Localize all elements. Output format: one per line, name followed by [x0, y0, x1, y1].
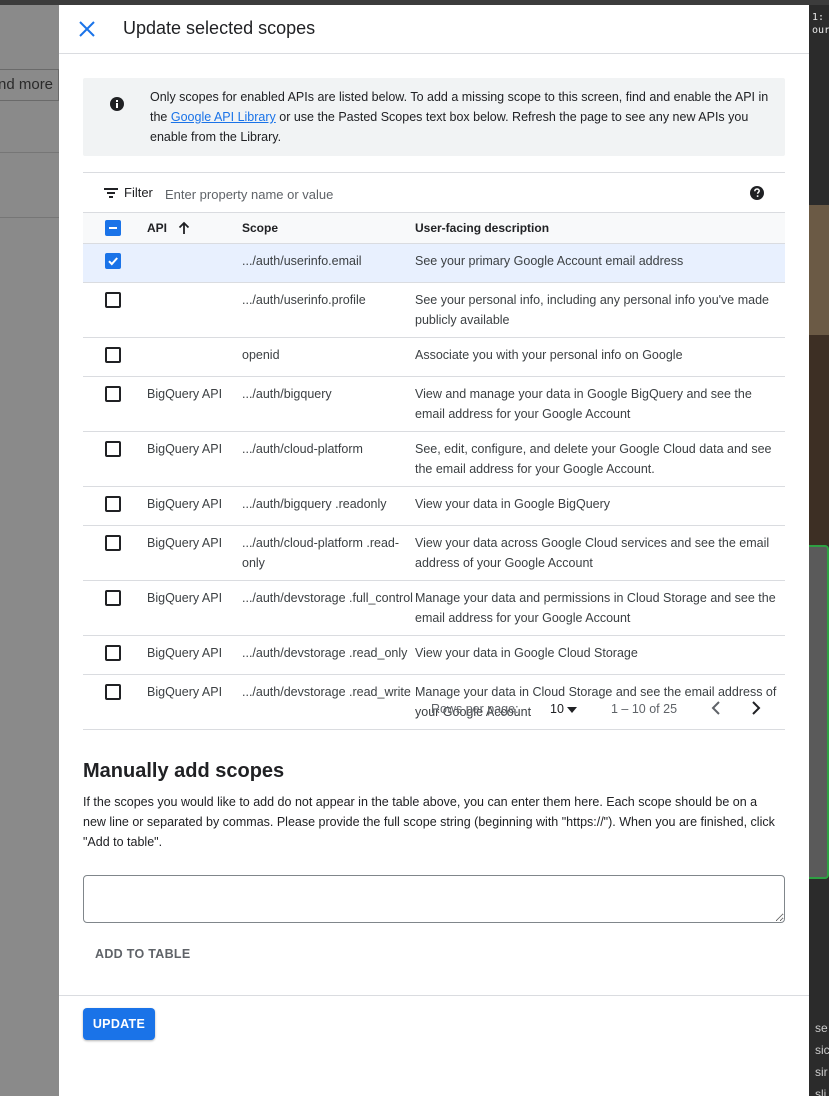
- google-api-library-link[interactable]: Google API Library: [171, 110, 276, 124]
- row-checkbox[interactable]: [105, 496, 121, 512]
- table-row[interactable]: BigQuery API .../auth/bigquery View and ma…: [83, 376, 785, 432]
- row-api: BigQuery API: [147, 376, 242, 432]
- column-header-scope: Scope: [242, 212, 415, 244]
- table-row[interactable]: BigQuery API .../auth/bigquery .readonly V…: [83, 486, 785, 526]
- arrow-up-icon[interactable]: [177, 221, 191, 235]
- scopes-table: API Scope User-facing description .../au…: [83, 212, 785, 730]
- table-row[interactable]: .../auth/userinfo.email See your primary …: [83, 243, 785, 283]
- table-row[interactable]: BigQuery API .../auth/devstorage .full_co…: [83, 580, 785, 636]
- help-icon[interactable]: [750, 186, 764, 200]
- update-button[interactable]: UPDATE: [83, 1008, 155, 1040]
- row-description: See your personal info, including any pe…: [415, 282, 785, 338]
- dialog-title: Update selected scopes: [123, 18, 316, 38]
- background-bottom-text: se sic sir sli: [815, 1021, 829, 1096]
- info-icon: [110, 97, 124, 111]
- info-text: Only scopes for enabled APIs are listed …: [150, 90, 769, 144]
- manual-add-title: Manually add scopes: [83, 760, 285, 782]
- row-description: See your primary Google Account email ad…: [415, 243, 785, 283]
- add-to-table-button[interactable]: ADD TO TABLE: [83, 942, 203, 966]
- info-banner: Only scopes for enabled APIs are listed …: [83, 78, 785, 156]
- background-green-panel: [809, 545, 829, 879]
- footer-divider: [59, 995, 809, 996]
- minus-icon: [109, 227, 117, 229]
- row-api: BigQuery API: [147, 431, 242, 487]
- table-row[interactable]: openid Associate you with your personal i…: [83, 337, 785, 377]
- previous-page-icon[interactable]: [709, 700, 723, 716]
- manual-add-description: If the scopes you would like to add do n…: [83, 795, 775, 849]
- checkmark-icon: [108, 257, 118, 266]
- row-checkbox[interactable]: [105, 590, 121, 606]
- background-divider: [0, 217, 59, 218]
- row-scope: .../auth/userinfo.email: [242, 243, 415, 283]
- background-terminal: 1: our: [812, 12, 829, 36]
- filter-label: Filter: [124, 185, 153, 200]
- row-api: BigQuery API: [147, 486, 242, 526]
- background-side-panel: 1: our se sic sir sli: [809, 5, 829, 1096]
- filter-bar: Filter: [83, 172, 785, 213]
- row-scope: .../auth/devstorage .read_only: [242, 635, 415, 675]
- filter-icon: [104, 188, 118, 198]
- row-description: View your data in Google BigQuery: [415, 486, 785, 526]
- row-description: View your data across Google Cloud servi…: [415, 525, 785, 581]
- background-button: nd more: [0, 69, 59, 101]
- next-page-icon[interactable]: [749, 700, 763, 716]
- table-row[interactable]: BigQuery API .../auth/devstorage .read_on…: [83, 635, 785, 675]
- row-api: BigQuery API: [147, 635, 242, 675]
- filter-input[interactable]: [163, 182, 727, 206]
- select-all-checkbox[interactable]: [105, 220, 121, 236]
- row-scope: openid: [242, 337, 415, 377]
- table-row[interactable]: .../auth/userinfo.profile See your person…: [83, 282, 785, 338]
- rows-per-page-label: Rows per page:: [431, 702, 519, 716]
- row-description: Associate you with your personal info on…: [415, 337, 785, 377]
- update-scopes-dialog: Update selected scopes Only scopes for e…: [59, 5, 809, 1096]
- row-api: BigQuery API: [147, 525, 242, 581]
- manual-scopes-input[interactable]: [83, 875, 785, 923]
- pagination: Rows per page: 10 1 – 10 of 25: [83, 694, 785, 724]
- row-api: [147, 243, 242, 283]
- row-checkbox[interactable]: [105, 347, 121, 363]
- background-divider: [0, 152, 59, 153]
- table-header-row: API Scope User-facing description: [83, 212, 785, 244]
- row-checkbox[interactable]: [105, 386, 121, 402]
- row-scope: .../auth/devstorage .full_control: [242, 580, 415, 636]
- row-checkbox[interactable]: [105, 253, 121, 269]
- row-scope: .../auth/userinfo.profile: [242, 282, 415, 338]
- background-page: nd more: [0, 5, 59, 1096]
- close-button[interactable]: [75, 17, 99, 41]
- table-row[interactable]: BigQuery API .../auth/cloud-platform .rea…: [83, 525, 785, 581]
- row-checkbox[interactable]: [105, 441, 121, 457]
- rows-per-page-select[interactable]: 10: [550, 702, 564, 716]
- row-description: View your data in Google Cloud Storage: [415, 635, 785, 675]
- row-description: View and manage your data in Google BigQ…: [415, 376, 785, 432]
- row-scope: .../auth/bigquery: [242, 376, 415, 432]
- row-checkbox[interactable]: [105, 645, 121, 661]
- page-range: 1 – 10 of 25: [611, 702, 678, 716]
- row-scope: .../auth/cloud-platform: [242, 431, 415, 487]
- column-header-description: User-facing description: [415, 212, 785, 244]
- background-video-shadow: [809, 335, 829, 545]
- table-row[interactable]: BigQuery API .../auth/cloud-platform See, …: [83, 431, 785, 487]
- close-icon: [79, 21, 95, 37]
- row-description: Manage your data and permissions in Clou…: [415, 580, 785, 636]
- row-description: See, edit, configure, and delete your Go…: [415, 431, 785, 487]
- row-checkbox[interactable]: [105, 292, 121, 308]
- column-header-api[interactable]: API: [147, 212, 242, 244]
- dialog-header: Update selected scopes: [59, 5, 809, 54]
- row-scope: .../auth/cloud-platform .read-only: [242, 525, 415, 581]
- row-api: BigQuery API: [147, 580, 242, 636]
- row-scope: .../auth/bigquery .readonly: [242, 486, 415, 526]
- row-api: [147, 282, 242, 338]
- row-checkbox[interactable]: [105, 535, 121, 551]
- row-api: [147, 337, 242, 377]
- dropdown-arrow-icon[interactable]: [567, 707, 577, 713]
